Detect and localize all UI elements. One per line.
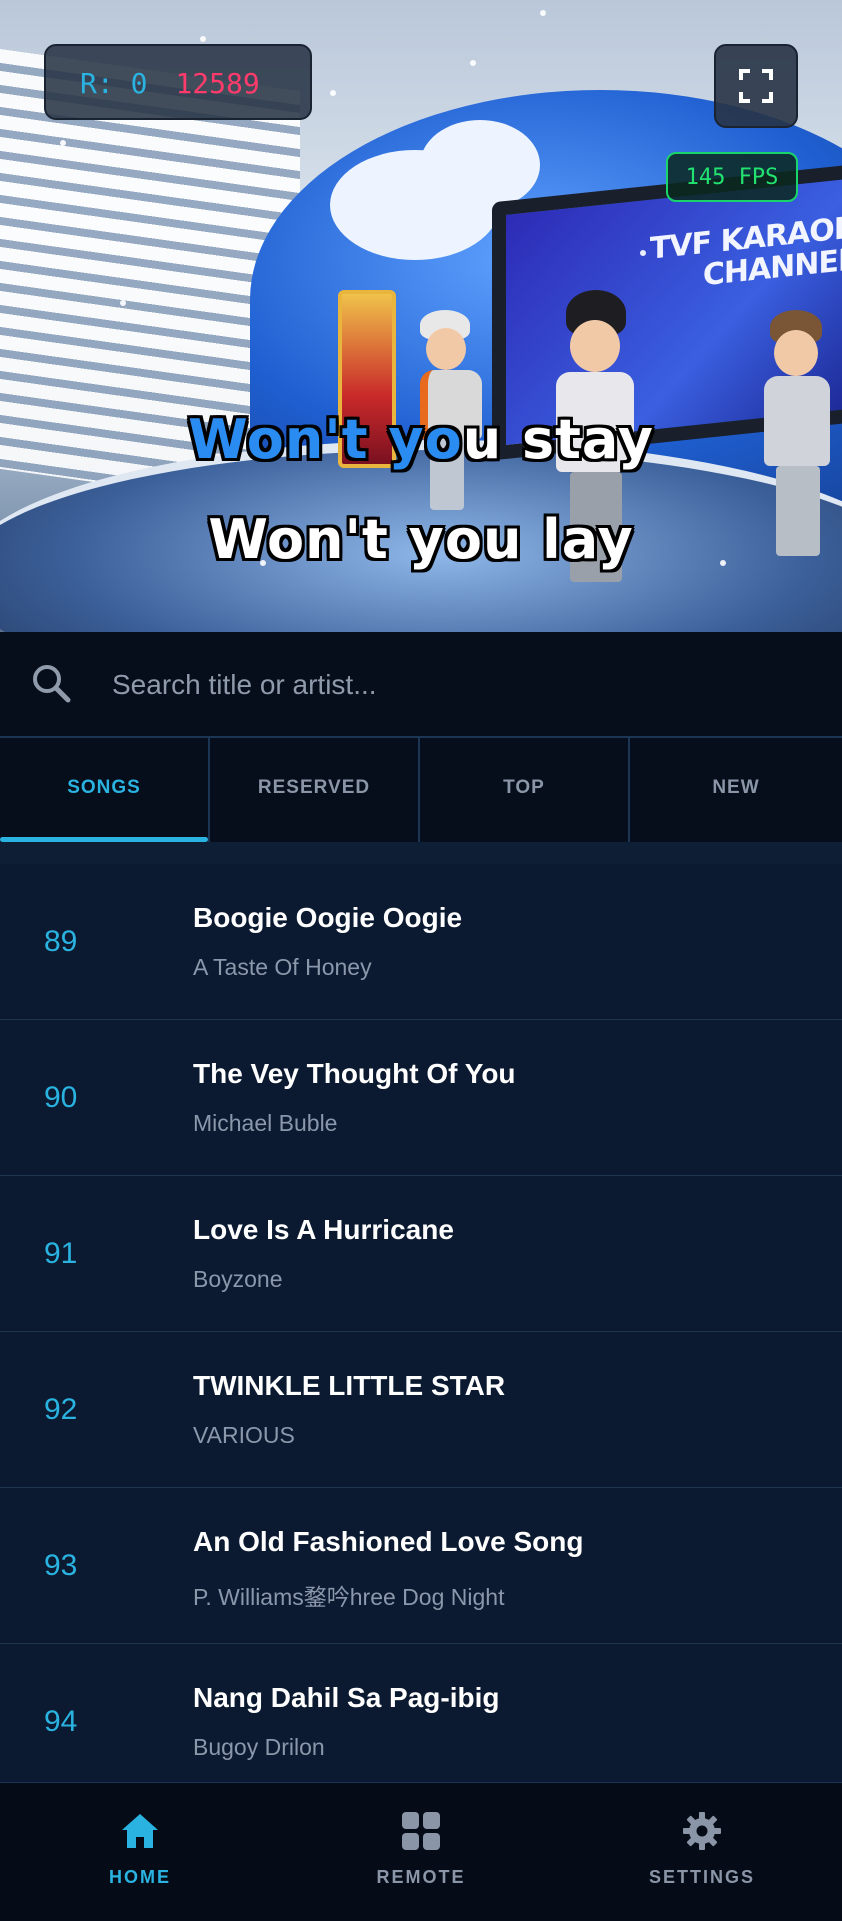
search-bar <box>0 632 842 738</box>
song-artist: Michael Buble <box>193 1110 338 1136</box>
fullscreen-button[interactable] <box>714 44 798 128</box>
lyric-sung-portion: Won't yo <box>188 408 463 471</box>
fullscreen-icon <box>739 69 773 103</box>
snowflake <box>640 250 646 256</box>
song-title: Love Is A Hurricane <box>193 1214 454 1245</box>
snowflake <box>470 60 476 66</box>
song-row[interactable]: 89 Boogie Oogie Oogie A Taste Of Honey <box>0 864 842 1020</box>
song-title: The Vey Thought Of You <box>193 1058 516 1089</box>
nav-remote-label: REMOTE <box>376 1867 466 1887</box>
song-row[interactable]: 94 Nang Dahil Sa Pag-ibig Bugoy Drilon <box>0 1644 842 1800</box>
reserved-count: 0 <box>130 67 148 100</box>
song-number: 89 <box>44 925 78 958</box>
song-title: An Old Fashioned Love Song <box>193 1526 584 1557</box>
song-artist: Bugoy Drilon <box>193 1734 325 1760</box>
screen-channel-text: TVF KARAOK CHANNEL <box>650 210 842 298</box>
snowflake <box>330 90 336 96</box>
tab-songs[interactable]: SONGS <box>0 738 210 842</box>
song-artist: Boyzone <box>193 1266 283 1292</box>
lyric-unsung-portion: u stay <box>462 408 654 471</box>
nav-settings-label: SETTINGS <box>648 1867 755 1887</box>
song-number: 90 <box>44 1081 78 1114</box>
search-input[interactable] <box>110 656 814 714</box>
karaoke-video-stage[interactable]: TVF KARAOK CHANNEL Won't you stay Won't … <box>0 0 842 632</box>
song-artist: P. Williams鍪吟hree Dog Night <box>193 1584 505 1610</box>
tabs-divider <box>0 842 842 866</box>
song-number: 92 <box>44 1393 78 1426</box>
gear-icon <box>683 1812 721 1850</box>
song-title: Nang Dahil Sa Pag-ibig <box>193 1682 500 1713</box>
snowflake <box>200 36 206 42</box>
song-row[interactable]: 92 TWINKLE LITTLE STAR VARIOUS <box>0 1332 842 1488</box>
song-number: 91 <box>44 1237 78 1270</box>
score-display: R: 0 12589 <box>44 44 312 120</box>
song-title: TWINKLE LITTLE STAR <box>193 1370 506 1401</box>
lyric-line-next: Won't you lay <box>208 508 634 571</box>
song-artist: VARIOUS <box>193 1422 295 1448</box>
tab-new[interactable]: NEW <box>630 738 842 842</box>
nav-home[interactable]: HOME <box>40 1783 240 1921</box>
nav-settings[interactable]: SETTINGS <box>602 1783 802 1921</box>
search-icon <box>33 665 71 703</box>
grid-icon <box>402 1812 440 1850</box>
song-artist: A Taste Of Honey <box>193 954 372 980</box>
snowflake <box>60 140 66 146</box>
song-row[interactable]: 91 Love Is A Hurricane Boyzone <box>0 1176 842 1332</box>
nav-remote[interactable]: REMOTE <box>321 1783 521 1921</box>
song-number: 94 <box>44 1705 78 1738</box>
song-title: Boogie Oogie Oogie <box>193 902 463 933</box>
fps-counter: 145 FPS <box>666 152 798 202</box>
song-list: 89 Boogie Oogie Oogie A Taste Of Honey 9… <box>0 864 842 1800</box>
tab-top[interactable]: TOP <box>420 738 630 842</box>
song-row[interactable]: 90 The Vey Thought Of You Michael Buble <box>0 1020 842 1176</box>
song-number: 93 <box>44 1549 78 1582</box>
bottom-navigation: HOME REMOTE SETTINGS <box>0 1782 842 1921</box>
stage-cloud <box>420 120 540 210</box>
song-row[interactable]: 93 An Old Fashioned Love Song P. William… <box>0 1488 842 1644</box>
score-value: 12589 <box>175 67 260 100</box>
nav-home-label: HOME <box>109 1867 171 1887</box>
tab-reserved[interactable]: RESERVED <box>210 738 420 842</box>
snowflake <box>120 300 126 306</box>
lyric-line-current: Won't you stay <box>0 408 842 471</box>
snowflake <box>540 10 546 16</box>
reserved-label: R: <box>80 67 114 100</box>
home-icon <box>122 1814 158 1848</box>
song-tabs: SONGS RESERVED TOP NEW <box>0 738 842 842</box>
